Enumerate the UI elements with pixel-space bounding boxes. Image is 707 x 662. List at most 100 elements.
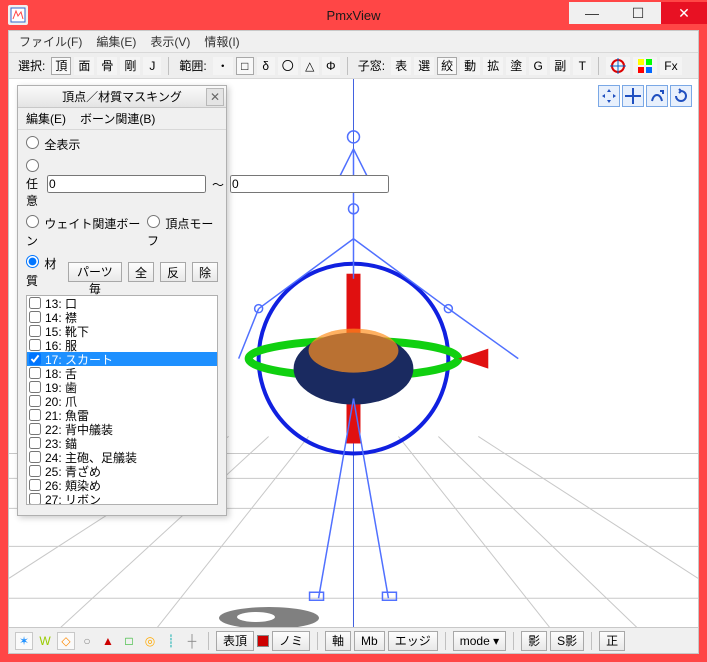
fx-button[interactable]: Fx bbox=[660, 57, 681, 75]
gizmo-grid-icon[interactable] bbox=[633, 57, 657, 75]
edge-button[interactable]: エッジ bbox=[388, 631, 438, 651]
front-button[interactable]: 正 bbox=[599, 631, 625, 651]
list-item-checkbox[interactable] bbox=[29, 409, 41, 421]
menu-view[interactable]: 表示(V) bbox=[150, 33, 190, 50]
bottom-circle-icon[interactable]: ○ bbox=[78, 632, 96, 650]
remove-button[interactable]: 除 bbox=[192, 262, 218, 282]
list-item-checkbox[interactable] bbox=[29, 465, 41, 477]
sel-vertex-button[interactable]: 頂 bbox=[51, 57, 71, 75]
list-item-checkbox[interactable] bbox=[29, 437, 41, 449]
list-item-checkbox[interactable] bbox=[29, 381, 41, 393]
list-item-checkbox[interactable] bbox=[29, 423, 41, 435]
top-toolbar: 選択: 頂 面 骨 剛 J 範囲: ・ □ δ 〇 △ Φ 子窓: 表 選 絞 … bbox=[9, 53, 698, 79]
range-delta-button[interactable]: δ bbox=[257, 57, 275, 75]
invert-button[interactable]: 反 bbox=[160, 262, 186, 282]
radio-vmorph[interactable]: 頂点モーフ bbox=[147, 215, 218, 249]
separator bbox=[513, 632, 514, 650]
surface-button[interactable]: 表頂 bbox=[216, 631, 254, 651]
list-item-checkbox[interactable] bbox=[29, 311, 41, 323]
sel-bone-button[interactable]: 骨 bbox=[97, 57, 117, 75]
child-move-button[interactable]: 動 bbox=[460, 57, 480, 75]
range-separator: ～ bbox=[212, 176, 224, 193]
list-item-checkbox[interactable] bbox=[29, 339, 41, 351]
parts-button[interactable]: パーツ毎 bbox=[68, 262, 122, 282]
list-item-checkbox[interactable] bbox=[29, 395, 41, 407]
bottom-dash-icon[interactable]: ┊ bbox=[162, 632, 180, 650]
list-item-checkbox[interactable] bbox=[29, 367, 41, 379]
range-circle-button[interactable]: 〇 bbox=[278, 57, 298, 75]
gizmo-crosshair-icon[interactable] bbox=[606, 57, 630, 75]
child-g-button[interactable]: G bbox=[529, 57, 547, 75]
separator bbox=[208, 632, 209, 650]
titlebar[interactable]: PmxView — ☐ ✕ bbox=[0, 0, 707, 30]
axis-button[interactable]: 軸 bbox=[325, 631, 351, 651]
menu-file[interactable]: ファイル(F) bbox=[19, 33, 82, 50]
minimize-button[interactable]: — bbox=[569, 2, 615, 24]
separator bbox=[591, 632, 592, 650]
panel-body: 全表示 任意 ～ ウェイト関連ボーン 頂点モーフ 材質 パーツ毎 bbox=[18, 130, 226, 515]
list-item-checkbox[interactable] bbox=[29, 325, 41, 337]
bottom-star-icon[interactable]: ✶ bbox=[15, 632, 33, 650]
separator bbox=[168, 57, 169, 75]
view-pan-icon[interactable] bbox=[598, 85, 620, 107]
panel-close-button[interactable]: ✕ bbox=[206, 88, 224, 106]
child-scale-button[interactable]: 拡 bbox=[483, 57, 503, 75]
range-tri-button[interactable]: △ bbox=[301, 57, 319, 75]
bottom-box-icon[interactable]: □ bbox=[120, 632, 138, 650]
list-item[interactable]: 27: リボン bbox=[27, 492, 217, 505]
bottom-w-icon[interactable]: W bbox=[36, 632, 54, 650]
separator bbox=[347, 57, 348, 75]
panel-menu-edit[interactable]: 編集(E) bbox=[26, 110, 66, 127]
child-sel-button[interactable]: 選 bbox=[414, 57, 434, 75]
view-zoom-icon[interactable] bbox=[646, 85, 668, 107]
window-buttons: — ☐ ✕ bbox=[569, 6, 707, 24]
list-item-checkbox[interactable] bbox=[29, 353, 41, 365]
child-disp-button[interactable]: 表 bbox=[391, 57, 411, 75]
close-button[interactable]: ✕ bbox=[661, 2, 707, 24]
menu-info[interactable]: 情報(I) bbox=[204, 33, 239, 50]
child-t-button[interactable]: T bbox=[573, 57, 591, 75]
sel-rigid-button[interactable]: 剛 bbox=[120, 57, 140, 75]
normal-button[interactable]: ノミ bbox=[272, 631, 310, 651]
view-rotate-icon[interactable] bbox=[670, 85, 692, 107]
shadow-button[interactable]: 影 bbox=[521, 631, 547, 651]
view-move-icon[interactable] bbox=[622, 85, 644, 107]
sel-joint-button[interactable]: J bbox=[143, 57, 161, 75]
radio-weight[interactable]: ウェイト関連ボーン bbox=[26, 215, 141, 249]
sshadow-button[interactable]: S影 bbox=[550, 631, 584, 651]
range-phi-button[interactable]: Φ bbox=[322, 57, 340, 75]
range-dot-button[interactable]: ・ bbox=[213, 57, 233, 75]
list-item-checkbox[interactable] bbox=[29, 451, 41, 463]
range-from-input[interactable] bbox=[47, 175, 206, 193]
bottom-tri-icon[interactable]: ▲ bbox=[99, 632, 117, 650]
separator bbox=[598, 57, 599, 75]
panel-header[interactable]: 頂点／材質マスキング ✕ bbox=[18, 86, 226, 108]
range-to-input[interactable] bbox=[230, 175, 389, 193]
list-item-checkbox[interactable] bbox=[29, 479, 41, 491]
list-item-checkbox[interactable] bbox=[29, 493, 41, 505]
bottom-diamond-icon[interactable]: ◇ bbox=[57, 632, 75, 650]
bottom-circles-icon[interactable]: ◎ bbox=[141, 632, 159, 650]
range-box-button[interactable]: □ bbox=[236, 57, 254, 75]
maximize-button[interactable]: ☐ bbox=[615, 2, 661, 24]
radio-all[interactable]: 全表示 bbox=[26, 136, 80, 153]
radio-material[interactable]: 材質 bbox=[26, 255, 62, 289]
viewport-3d[interactable]: 頂点／材質マスキング ✕ 編集(E) ボーン関連(B) 全表示 任意 ～ bbox=[9, 79, 698, 627]
range-label: 範囲: bbox=[179, 57, 206, 74]
bottom-plus-icon[interactable]: ┼ bbox=[183, 632, 201, 650]
list-item-checkbox[interactable] bbox=[29, 297, 41, 309]
client-area: ファイル(F) 編集(E) 表示(V) 情報(I) 選択: 頂 面 骨 剛 J … bbox=[8, 30, 699, 654]
child-filter-button[interactable]: 絞 bbox=[437, 57, 457, 75]
child-sub-button[interactable]: 副 bbox=[550, 57, 570, 75]
menu-edit[interactable]: 編集(E) bbox=[96, 33, 136, 50]
mb-button[interactable]: Mb bbox=[354, 631, 385, 651]
panel-menu-bone[interactable]: ボーン関連(B) bbox=[80, 110, 155, 127]
all-button[interactable]: 全 bbox=[128, 262, 154, 282]
material-list[interactable]: 13: 口14: 襟15: 靴下16: 服17: スカート18: 舌19: 歯2… bbox=[26, 295, 218, 505]
radio-any[interactable]: 任意 bbox=[26, 159, 41, 209]
sel-face-button[interactable]: 面 bbox=[74, 57, 94, 75]
list-item-label: 27: リボン bbox=[45, 491, 101, 506]
masking-panel[interactable]: 頂点／材質マスキング ✕ 編集(E) ボーン関連(B) 全表示 任意 ～ bbox=[17, 85, 227, 516]
child-paint-button[interactable]: 塗 bbox=[506, 57, 526, 75]
mode-button[interactable]: mode ▾ bbox=[453, 631, 506, 651]
